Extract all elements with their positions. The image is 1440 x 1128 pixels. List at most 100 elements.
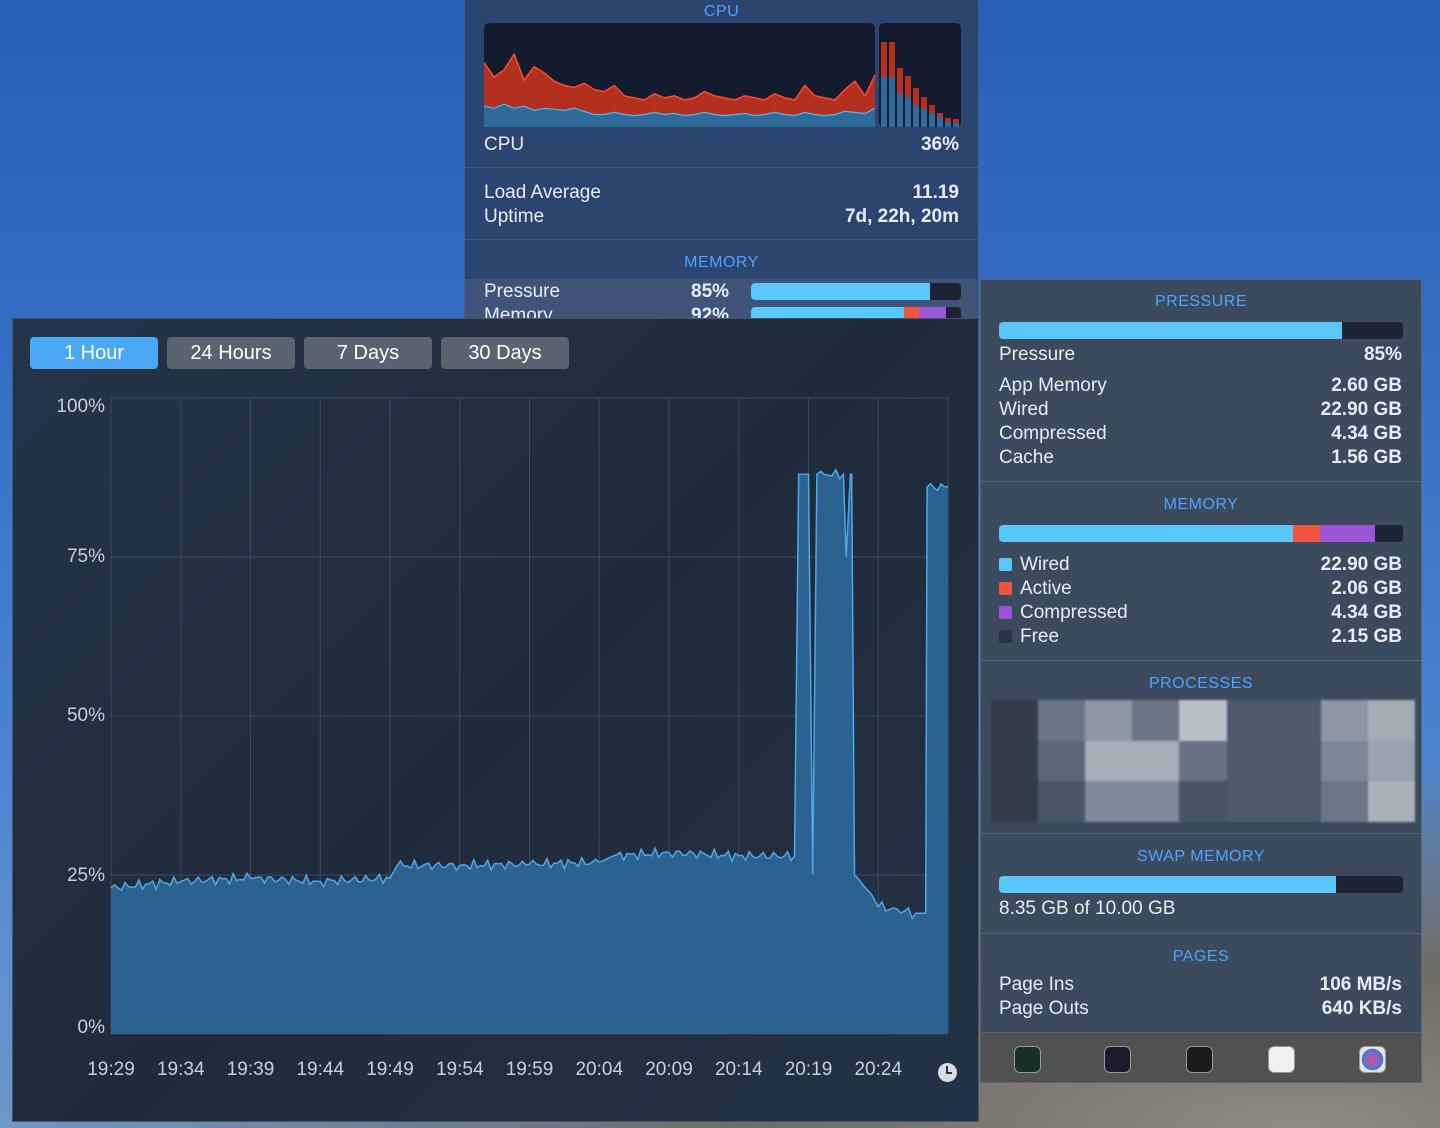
cpu-core-bar-system bbox=[953, 119, 959, 123]
load-average-value: 11.19 bbox=[912, 182, 960, 203]
x-tick-label: 19:49 bbox=[366, 1059, 414, 1080]
memory-stat-value: 2.60 GB bbox=[1331, 375, 1402, 396]
memory-stat-row: Cache 1.56 GB bbox=[999, 446, 1402, 470]
cpu-core-bar-user bbox=[897, 93, 903, 127]
cpu-core-bar-user bbox=[953, 123, 959, 127]
processes-list-blurred[interactable] bbox=[991, 700, 1415, 822]
swap-bar bbox=[999, 876, 1403, 893]
memory-details-panel: PRESSURE Pressure 85% App Memory 2.60 GB W… bbox=[980, 279, 1422, 1083]
memory-legend-row: Active 2.06 GB bbox=[999, 577, 1402, 601]
x-tick-label: 19:44 bbox=[296, 1059, 345, 1080]
swap-text: 8.35 GB of 10.00 GB bbox=[999, 898, 1176, 919]
memory-stat-label: App Memory bbox=[999, 375, 1107, 396]
page-outs-label: Page Outs bbox=[999, 998, 1089, 1019]
x-tick-label: 19:39 bbox=[226, 1059, 275, 1080]
cpu-value: 36% bbox=[920, 134, 959, 155]
legend-label: Compressed bbox=[1020, 602, 1128, 623]
x-tick-label: 20:24 bbox=[854, 1059, 903, 1080]
x-tick-label: 20:04 bbox=[575, 1059, 624, 1080]
memory-stat-value: 1.56 GB bbox=[1331, 447, 1402, 468]
legend-swatch-icon bbox=[999, 558, 1012, 571]
legend-swatch-icon bbox=[999, 630, 1012, 643]
x-tick-label: 20:14 bbox=[714, 1059, 763, 1080]
activity-monitor-icon[interactable] bbox=[1014, 1046, 1041, 1073]
cpu-memory-dropdown: CPU CPU 36% Load Average 11.19 Uptime 7d… bbox=[464, 0, 979, 326]
x-tick-label: 19:29 bbox=[87, 1059, 135, 1080]
memory-stat-row: Wired 22.90 GB bbox=[999, 398, 1402, 422]
memory-legend-row: Wired 22.90 GB bbox=[999, 553, 1402, 577]
memory-stat-row: Compressed 4.34 GB bbox=[999, 422, 1402, 446]
legend-swatch-icon bbox=[999, 606, 1012, 619]
cpu-core-bar-user bbox=[937, 117, 943, 127]
cpu-core-bar-user bbox=[929, 113, 935, 127]
pages-section-title: PAGES bbox=[1172, 948, 1230, 965]
legend-value: 22.90 GB bbox=[1320, 554, 1402, 575]
cpu-core-bar-user bbox=[921, 109, 927, 127]
processes-section-title: PROCESSES bbox=[1148, 675, 1254, 692]
memory-pressure-chart bbox=[110, 397, 949, 1035]
cpu-core-bar-system bbox=[881, 42, 887, 77]
cpu-core-bar-user bbox=[881, 77, 887, 127]
cpu-core-bar-system bbox=[905, 76, 911, 97]
cpu-core-bar-system bbox=[937, 113, 943, 117]
cpu-core-bar-user bbox=[913, 105, 919, 127]
pressure-label: Pressure bbox=[999, 344, 1076, 365]
memory-bar-segment bbox=[1375, 525, 1403, 542]
x-tick-label: 20:09 bbox=[645, 1059, 693, 1080]
pressure-bar bbox=[751, 283, 961, 300]
memory-bar-segment bbox=[1293, 525, 1320, 542]
istat-menus-icon[interactable] bbox=[1359, 1046, 1386, 1073]
cpu-core-bar-user bbox=[945, 122, 951, 127]
cpu-history-graph bbox=[484, 23, 961, 127]
cpu-section-title: CPU bbox=[703, 3, 740, 20]
cpu-core-bar-system bbox=[897, 68, 903, 93]
legend-value: 2.06 GB bbox=[1331, 578, 1402, 599]
system-information-icon[interactable] bbox=[1268, 1046, 1295, 1073]
x-tick-label: 19:54 bbox=[435, 1059, 484, 1080]
legend-value: 4.34 GB bbox=[1331, 602, 1402, 623]
pressure-value: 85% bbox=[1363, 344, 1402, 365]
cpu-label: CPU bbox=[484, 134, 525, 155]
memory-stat-value: 4.34 GB bbox=[1331, 423, 1402, 444]
cpu-core-bar-system bbox=[913, 88, 919, 105]
memory-legend-row: Compressed 4.34 GB bbox=[999, 601, 1402, 625]
cpu-core-bar-system bbox=[921, 97, 927, 109]
memory-history-window: 1 Hour 24 Hours 7 Days 30 Days 100% 75% … bbox=[12, 318, 979, 1122]
cpu-core-bar-system bbox=[929, 105, 935, 113]
legend-value: 2.15 GB bbox=[1331, 626, 1402, 647]
swap-section-title: SWAP MEMORY bbox=[1137, 848, 1265, 865]
cpu-core-bar-system bbox=[889, 42, 895, 77]
page-ins-label: Page Ins bbox=[999, 974, 1074, 995]
memory-stat-value: 22.90 GB bbox=[1320, 399, 1402, 420]
pressure-bar bbox=[999, 322, 1403, 339]
pressure-label: Pressure bbox=[484, 281, 561, 302]
legend-label: Wired bbox=[1020, 554, 1070, 575]
pressure-section-title: PRESSURE bbox=[1154, 293, 1248, 310]
memory-section-title: MEMORY bbox=[684, 254, 759, 271]
x-tick-label: 19:59 bbox=[505, 1059, 554, 1080]
legend-swatch-icon bbox=[999, 582, 1012, 595]
legend-label: Active bbox=[1020, 578, 1072, 599]
clock-icon[interactable] bbox=[938, 1063, 957, 1082]
x-tick-label: 20:19 bbox=[784, 1059, 833, 1080]
terminal-icon[interactable] bbox=[1186, 1046, 1213, 1073]
uptime-value: 7d, 22h, 20m bbox=[844, 206, 959, 227]
console-icon[interactable] bbox=[1104, 1046, 1131, 1073]
load-average-label: Load Average bbox=[484, 182, 601, 203]
memory-stat-row: App Memory 2.60 GB bbox=[999, 374, 1402, 398]
cpu-core-bar-user bbox=[889, 77, 895, 127]
memory-stat-label: Cache bbox=[999, 447, 1054, 468]
pressure-value: 85% bbox=[691, 281, 730, 302]
cpu-core-bar-user bbox=[905, 97, 911, 127]
page-outs-value: 640 KB/s bbox=[1321, 998, 1402, 1019]
memory-stat-label: Wired bbox=[999, 399, 1049, 420]
cpu-core-bar-system bbox=[945, 118, 951, 122]
page-ins-value: 106 MB/s bbox=[1319, 974, 1402, 995]
memory-bar-segment bbox=[1319, 525, 1376, 542]
x-tick-label: 19:34 bbox=[156, 1059, 205, 1080]
legend-label: Free bbox=[1020, 626, 1060, 647]
uptime-label: Uptime bbox=[484, 206, 545, 227]
memory-breakdown-bar bbox=[999, 525, 1403, 542]
memory-legend-row: Free 2.15 GB bbox=[999, 625, 1402, 649]
memory-section-title: MEMORY bbox=[1163, 496, 1239, 513]
